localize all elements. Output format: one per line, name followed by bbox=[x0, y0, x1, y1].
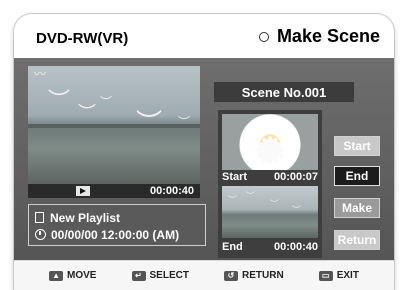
end-time: 00:00:40 bbox=[273, 241, 318, 253]
return-label: RETURN bbox=[242, 270, 284, 281]
play-button[interactable] bbox=[76, 186, 90, 196]
footer-move: ▲ MOVE bbox=[49, 270, 96, 281]
document-icon bbox=[35, 212, 44, 223]
playlist-name: New Playlist bbox=[50, 210, 121, 225]
seagull-graphic: ︶ bbox=[136, 108, 163, 138]
exit-icon: ▭ bbox=[318, 270, 333, 281]
footer-key-guide: ▲ MOVE ↵ SELECT ↺ RETURN ▭ EXIT bbox=[14, 260, 394, 290]
play-icon bbox=[80, 188, 86, 194]
seagull-graphic: ︶ bbox=[228, 195, 238, 205]
scene-thumbnails: Start 00:00:07 ︶ ︶ ︶ ︶ End 00:00:40 bbox=[218, 110, 322, 258]
end-thumbnail: ︶ ︶ ︶ ︶ bbox=[222, 186, 318, 238]
horizon-line bbox=[28, 124, 200, 128]
move-label: MOVE bbox=[67, 270, 97, 281]
enter-icon: ↵ bbox=[131, 270, 146, 281]
video-preview: 〰 ︶ ︶ ︶ ︶ ︶ bbox=[28, 66, 200, 184]
make-scene-screen: DVD-RW(VR) Make Scene 〰 ︶ ︶ ︶ ︶ ︶ 00:00:… bbox=[14, 14, 394, 290]
footer-exit: ▭ EXIT bbox=[318, 270, 359, 281]
seagull-graphic: ︶ bbox=[292, 205, 302, 215]
footer-return: ↺ RETURN bbox=[224, 270, 284, 281]
playback-time: 00:00:40 bbox=[149, 185, 194, 197]
header-bar: DVD-RW(VR) Make Scene bbox=[14, 14, 394, 58]
end-button[interactable]: End bbox=[334, 166, 380, 186]
playback-control-bar: 00:00:40 bbox=[28, 184, 200, 198]
scene-number: Scene No.001 bbox=[214, 82, 354, 102]
seagull-graphic: ︶ bbox=[100, 95, 113, 109]
return-icon: ↺ bbox=[224, 270, 238, 281]
seagull-graphic: ︶ bbox=[270, 199, 280, 209]
main-panel: 〰 ︶ ︶ ︶ ︶ ︶ 00:00:40 New Playlist 00/00/… bbox=[14, 58, 394, 260]
clock-icon bbox=[35, 229, 46, 240]
datetime-row: 00/00/00 12:00:00 (AM) bbox=[35, 226, 199, 243]
start-button[interactable]: Start bbox=[334, 136, 380, 156]
seagull-graphic: ︶ bbox=[48, 88, 71, 113]
start-time: 00:00:07 bbox=[273, 171, 318, 183]
end-label-row: End 00:00:40 bbox=[222, 241, 318, 255]
mode-title-group: Make Scene bbox=[258, 26, 380, 47]
datetime: 00/00/00 12:00:00 (AM) bbox=[51, 227, 180, 242]
seagull-graphic: ︶ bbox=[78, 103, 96, 123]
return-button[interactable]: Return bbox=[334, 230, 380, 250]
playlist-name-row: New Playlist bbox=[35, 209, 199, 226]
seagull-graphic: ︶ bbox=[178, 115, 191, 129]
seagull-graphic: 〰 bbox=[34, 67, 47, 81]
footer-select: ↵ SELECT bbox=[131, 270, 189, 281]
start-label-row: Start 00:00:07 bbox=[222, 171, 318, 185]
updown-arrows-icon: ▲ bbox=[49, 270, 64, 281]
end-label: End bbox=[222, 241, 243, 253]
mode-title: Make Scene bbox=[276, 26, 380, 46]
exit-label: EXIT bbox=[336, 270, 359, 281]
make-button[interactable]: Make bbox=[334, 198, 380, 218]
select-label: SELECT bbox=[149, 270, 189, 281]
circle-icon bbox=[258, 31, 269, 42]
playlist-info-panel: New Playlist 00/00/00 12:00:00 (AM) bbox=[28, 204, 206, 246]
disc-type-title: DVD-RW(VR) bbox=[36, 30, 129, 47]
seagull-graphic: ︶ bbox=[246, 191, 256, 201]
start-label: Start bbox=[222, 171, 248, 183]
start-thumbnail bbox=[222, 114, 318, 170]
